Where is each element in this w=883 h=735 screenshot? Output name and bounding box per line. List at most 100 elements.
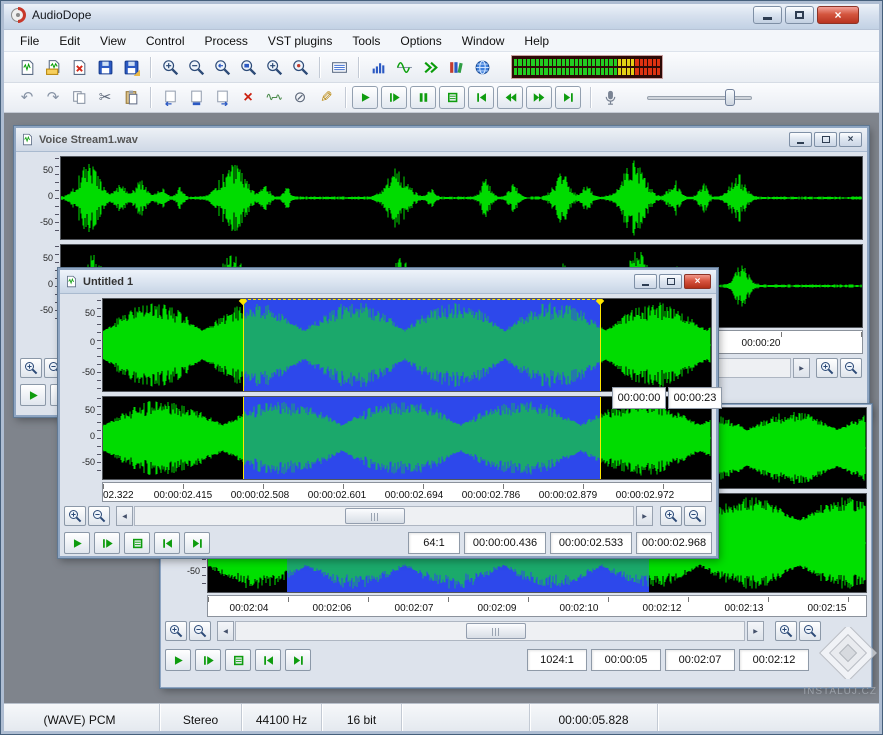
zoom-previous-button[interactable] — [209, 55, 235, 79]
third-zoom-in-horizontal-button[interactable] — [775, 621, 797, 641]
untitled-zoom-in-vertical-button[interactable] — [64, 506, 86, 526]
menu-options[interactable]: Options — [390, 31, 451, 51]
untitled-zoom-out-vertical-button[interactable] — [88, 506, 110, 526]
save-button[interactable] — [92, 55, 118, 79]
zoom-in-button[interactable] — [157, 55, 183, 79]
zoom-out-button[interactable] — [183, 55, 209, 79]
led-segment — [648, 59, 652, 66]
copy-button[interactable] — [66, 86, 92, 110]
pause-button[interactable] — [410, 86, 436, 109]
voice-zoom-in-vertical-button[interactable] — [20, 358, 42, 378]
volume-slider[interactable] — [647, 88, 752, 108]
menu-control[interactable]: Control — [136, 31, 195, 51]
redo-button[interactable]: ↷ — [40, 86, 66, 110]
close-file-button[interactable] — [66, 55, 92, 79]
play-button[interactable] — [352, 86, 378, 109]
third-zoom-in-vertical-button[interactable] — [165, 621, 187, 641]
zoom-vertical-button[interactable] — [261, 55, 287, 79]
led-segment — [600, 68, 604, 75]
undo-button[interactable]: ↶ — [14, 86, 40, 110]
voice-window-titlebar[interactable]: Voice Stream1.wav × — [16, 128, 867, 152]
untitled-minimize-button[interactable] — [634, 274, 657, 289]
delete-button[interactable]: × — [235, 86, 261, 110]
open-audio-file-button[interactable] — [14, 55, 40, 79]
untitled-scrollbar-thumb[interactable] — [345, 508, 405, 524]
untitled-go-to-end-button[interactable] — [184, 532, 210, 554]
untitled-go-to-start-button[interactable] — [154, 532, 180, 554]
spectrum-analyzer-button[interactable] — [365, 55, 391, 79]
menu-help[interactable]: Help — [514, 31, 559, 51]
voice-minimize-button[interactable] — [789, 132, 812, 147]
third-play-button[interactable] — [165, 649, 191, 671]
edit-pencil-button[interactable]: ✎ — [313, 86, 339, 110]
titlebar[interactable]: AudioDope × — [0, 0, 883, 30]
untitled-waveform-left[interactable] — [102, 298, 712, 392]
zoom-horizontal-button[interactable] — [287, 55, 313, 79]
go-to-start-button[interactable] — [468, 86, 494, 109]
close-button[interactable]: × — [817, 5, 859, 24]
select-to-end-button[interactable] — [209, 86, 235, 110]
library-button[interactable] — [443, 55, 469, 79]
mute-button[interactable]: ⊘ — [287, 86, 313, 110]
untitled-scroll-right-button[interactable]: ▶ — [636, 506, 653, 526]
paste-button[interactable] — [118, 86, 144, 110]
voice-scroll-right-button[interactable]: ▶ — [793, 358, 810, 378]
maximize-button[interactable] — [785, 5, 814, 24]
voice-close-button[interactable]: × — [839, 132, 862, 147]
menu-process[interactable]: Process — [195, 31, 258, 51]
waveform-view-button[interactable] — [391, 55, 417, 79]
menu-view[interactable]: View — [90, 31, 136, 51]
voice-play-button[interactable] — [20, 384, 46, 406]
untitled-scrollbar-track[interactable] — [134, 506, 634, 526]
minimize-button[interactable] — [753, 5, 782, 24]
led-segment — [570, 59, 574, 66]
open-audio-folder-button[interactable] — [40, 55, 66, 79]
voice-zoom-out-horizontal-button[interactable] — [840, 358, 862, 378]
menu-file[interactable]: File — [10, 31, 49, 51]
voice-waveform-left[interactable] — [60, 156, 863, 240]
third-zoom-out-horizontal-button[interactable] — [799, 621, 821, 641]
third-go-to-end-button[interactable] — [285, 649, 311, 671]
untitled-zoom-out-horizontal-button[interactable] — [684, 506, 706, 526]
stop-button[interactable] — [439, 86, 465, 109]
voice-maximize-button[interactable] — [814, 132, 837, 147]
select-all-button[interactable] — [183, 86, 209, 110]
menu-tools[interactable]: Tools — [342, 31, 390, 51]
voice-zoom-in-horizontal-button[interactable] — [816, 358, 838, 378]
untitled-close-button[interactable]: × — [684, 274, 711, 289]
third-stop-button[interactable] — [225, 649, 251, 671]
fit-to-window-button[interactable] — [326, 55, 352, 79]
zoom-selection-button[interactable] — [235, 55, 261, 79]
third-play-selection-button[interactable] — [195, 649, 221, 671]
selection-tint — [242, 397, 600, 479]
select-to-start-button[interactable] — [157, 86, 183, 110]
volume-slider-thumb[interactable] — [725, 88, 735, 106]
document-window-untitled1[interactable]: Untitled 1 × 50 0 -50 50 0 -50 02.322 00… — [58, 268, 718, 558]
untitled-stop-button[interactable] — [124, 532, 150, 554]
untitled-window-titlebar[interactable]: Untitled 1 × — [60, 270, 716, 294]
rewind-button[interactable] — [497, 86, 523, 109]
record-button[interactable] — [597, 86, 623, 110]
third-scroll-left-button[interactable]: ◀ — [217, 621, 234, 641]
untitled-zoom-in-horizontal-button[interactable] — [660, 506, 682, 526]
menu-edit[interactable]: Edit — [49, 31, 90, 51]
play-selection-button[interactable] — [381, 86, 407, 109]
save-as-button[interactable] — [118, 55, 144, 79]
go-to-end-button[interactable] — [555, 86, 581, 109]
third-zoom-out-vertical-button[interactable] — [189, 621, 211, 641]
cut-button[interactable]: ✂ — [92, 86, 118, 110]
menu-window[interactable]: Window — [452, 31, 515, 51]
third-scrollbar-thumb[interactable] — [466, 623, 526, 639]
web-info-button[interactable] — [469, 55, 495, 79]
third-scrollbar-track[interactable] — [235, 621, 745, 641]
untitled-scroll-left-button[interactable]: ◀ — [116, 506, 133, 526]
untitled-maximize-button[interactable] — [659, 274, 682, 289]
untitled-play-button[interactable] — [64, 532, 90, 554]
third-go-to-start-button[interactable] — [255, 649, 281, 671]
batch-markers-button[interactable] — [417, 55, 443, 79]
third-scroll-right-button[interactable]: ▶ — [747, 621, 764, 641]
menu-vst-plugins[interactable]: VST plugins — [258, 31, 342, 51]
insert-silence-button[interactable] — [261, 86, 287, 110]
untitled-play-selection-button[interactable] — [94, 532, 120, 554]
fast-forward-button[interactable] — [526, 86, 552, 109]
